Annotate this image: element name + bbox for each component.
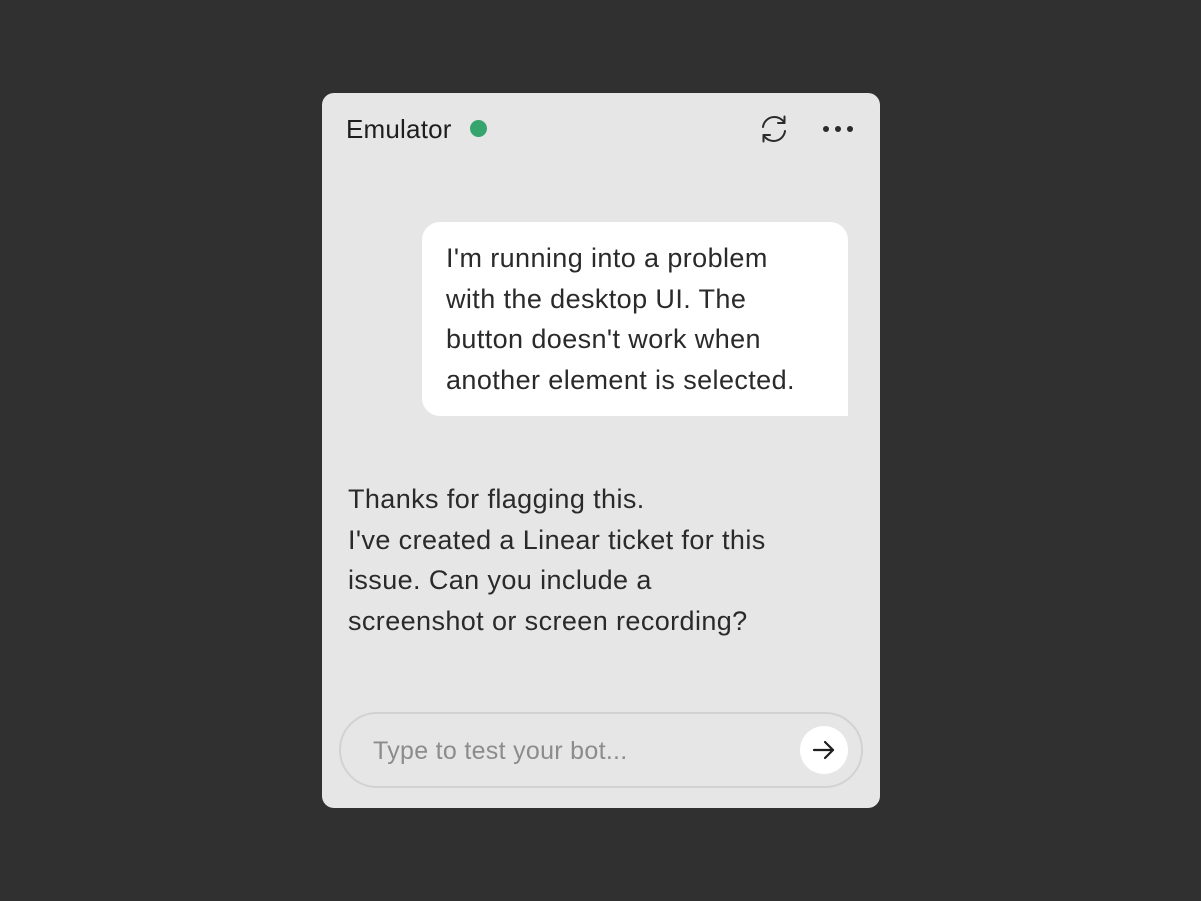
message-input[interactable]: [371, 714, 795, 788]
arrow-right-icon: [812, 740, 835, 760]
send-button[interactable]: [800, 726, 848, 774]
emulator-header: Emulator: [322, 93, 880, 165]
refresh-icon: [762, 115, 786, 143]
message-composer: [339, 712, 863, 788]
status-online-dot: [470, 120, 487, 137]
more-options-button[interactable]: [818, 109, 858, 149]
more-horizontal-icon: [823, 126, 853, 132]
user-message-bubble: I'm running into a problem with the desk…: [422, 222, 848, 416]
bot-message: Thanks for flagging this. I've created a…: [348, 484, 766, 636]
emulator-title: Emulator: [346, 114, 452, 144]
emulator-panel: Emulator I'm running into a problem with…: [322, 93, 880, 808]
refresh-button[interactable]: [754, 109, 794, 149]
